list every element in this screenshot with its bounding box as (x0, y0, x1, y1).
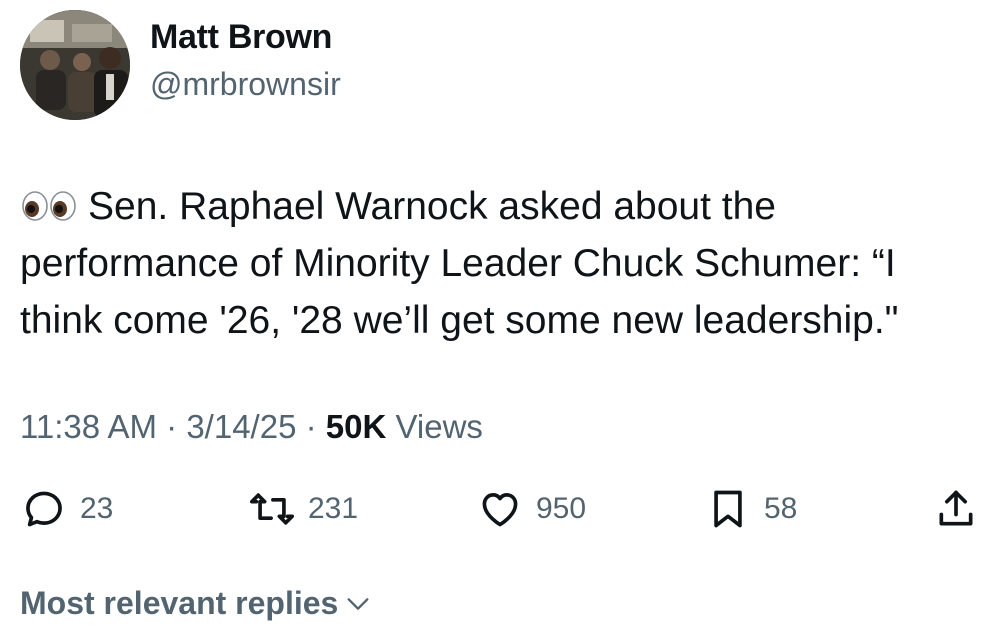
display-name[interactable]: Matt Brown (150, 18, 332, 57)
heart-icon (482, 493, 518, 527)
replies-sort-label: Most relevant replies (20, 585, 339, 621)
meta-separator: · (305, 408, 317, 445)
repost-icon (250, 493, 294, 525)
tweet-line-1-text: Sen. Raphael Warnock asked about the (88, 185, 776, 228)
repost-button[interactable]: 231 (250, 484, 358, 534)
handle[interactable]: @mrbrownsir (150, 66, 341, 103)
tweet-text: Sen. Raphael Warnock asked about the per… (20, 178, 980, 349)
tweet-date[interactable]: 3/14/25 (186, 408, 296, 445)
meta-separator: · (166, 408, 178, 445)
tweet-meta: 11:38 AM · 3/14/25 · 50K Views (20, 408, 483, 446)
reply-count: 23 (80, 492, 114, 525)
bookmark-icon (714, 490, 742, 528)
like-button[interactable]: 950 (478, 484, 586, 534)
repost-count: 231 (308, 492, 359, 525)
avatar[interactable] (20, 10, 130, 120)
replies-sort-dropdown[interactable]: Most relevant replies (20, 585, 372, 622)
tweet-line-3: think come '26, '28 we’ll get some new l… (20, 299, 899, 342)
tweet-line-2: performance of Minority Leader Chuck Sch… (20, 242, 896, 285)
action-bar: 23 231 950 58 (0, 484, 1000, 534)
avatar-photo (20, 10, 130, 120)
eyes-emoji-icon (20, 191, 80, 221)
views-label: Views (395, 408, 483, 445)
reply-button[interactable]: 23 (22, 484, 113, 534)
chevron-down-icon (347, 597, 369, 610)
share-button[interactable] (934, 484, 978, 534)
bookmark-button[interactable]: 58 (706, 484, 797, 534)
tweet-line-1: Sen. Raphael Warnock asked about the (20, 178, 980, 235)
views-count: 50K (325, 408, 387, 445)
share-icon (939, 490, 973, 526)
reply-icon (26, 491, 62, 527)
like-count: 950 (536, 492, 587, 525)
tweet-time[interactable]: 11:38 AM (20, 408, 157, 445)
bookmark-count: 58 (764, 492, 798, 525)
